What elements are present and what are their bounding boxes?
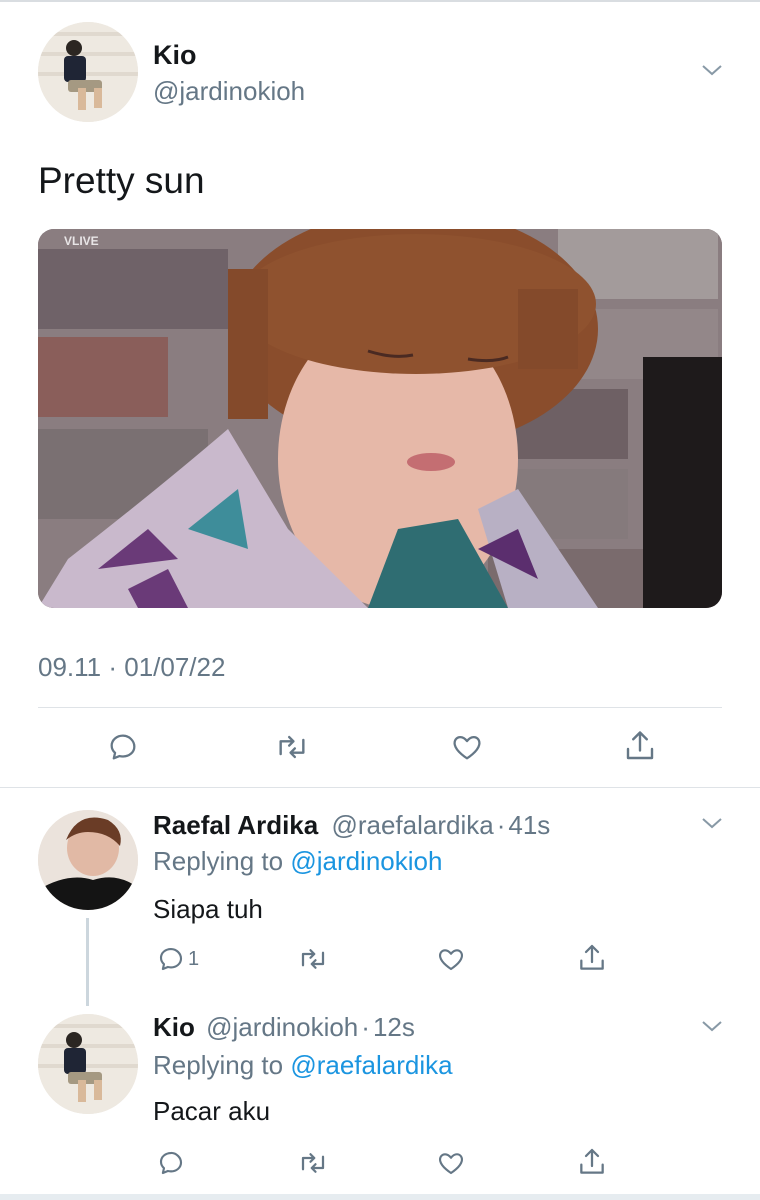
tweet-timestamp[interactable]: 09.11 · 01/07/22 <box>38 652 225 683</box>
reply-header: Kio @jardinokioh · 12s <box>153 1012 415 1043</box>
replying-to-link[interactable]: @raefalardika <box>290 1050 452 1080</box>
replying-to-label: Replying to <box>153 1050 284 1080</box>
author-name[interactable]: Raefal Ardika <box>153 810 318 840</box>
meta-separator: · <box>361 1012 370 1042</box>
avatar-photo <box>38 810 138 910</box>
tweet-text: Pretty sun <box>38 160 205 201</box>
tweet-divider <box>0 787 760 788</box>
reply-text: Siapa tuh <box>153 894 263 924</box>
avatar-photo <box>38 1014 138 1114</box>
media-photo: VLIVE <box>38 229 722 608</box>
tweet-media[interactable]: VLIVE <box>38 229 722 608</box>
reply-header: Raefal Ardika @raefalardika · 41s <box>153 810 550 841</box>
replying-to-link[interactable]: @jardinokioh <box>290 846 442 876</box>
author-handle[interactable]: @jardinokioh <box>153 76 305 107</box>
reply-icon[interactable]: 1 <box>156 944 199 974</box>
reply-icon[interactable] <box>156 1148 186 1178</box>
avatar-photo <box>38 22 138 122</box>
chevron-down-icon[interactable] <box>700 62 724 83</box>
avatar[interactable] <box>38 810 138 910</box>
retweet-icon[interactable] <box>296 1148 330 1178</box>
share-icon[interactable] <box>576 1146 608 1178</box>
avatar[interactable] <box>38 22 138 122</box>
avatar[interactable] <box>38 1014 138 1114</box>
chevron-down-icon[interactable] <box>700 1018 724 1039</box>
reply-time[interactable]: 12s <box>373 1012 415 1042</box>
media-watermark: VLIVE <box>64 234 99 248</box>
author-handle[interactable]: @raefalardika <box>331 810 493 840</box>
replying-to: Replying to @raefalardika <box>153 1050 453 1081</box>
thread-line <box>86 918 89 1006</box>
author-name[interactable]: Kio <box>153 1012 195 1042</box>
meta-separator: · <box>496 810 506 840</box>
replying-to-label: Replying to <box>153 846 284 876</box>
share-icon[interactable] <box>576 942 608 974</box>
like-icon[interactable] <box>435 944 467 974</box>
share-icon[interactable] <box>622 728 658 764</box>
top-border <box>0 0 760 2</box>
reply-icon[interactable] <box>106 730 140 764</box>
chevron-down-icon[interactable] <box>700 815 724 836</box>
like-icon[interactable] <box>449 730 485 764</box>
bottom-border <box>0 1194 760 1200</box>
retweet-icon[interactable] <box>273 730 311 764</box>
author-name[interactable]: Kio <box>153 40 197 71</box>
timestamp-divider <box>38 707 722 708</box>
reply-count: 1 <box>188 947 200 970</box>
like-icon[interactable] <box>435 1148 467 1178</box>
reply-time[interactable]: 41s <box>508 810 550 840</box>
reply-text: Pacar aku <box>153 1096 271 1126</box>
retweet-icon[interactable] <box>296 944 330 974</box>
replying-to: Replying to @jardinokioh <box>153 846 442 877</box>
author-handle[interactable]: @jardinokioh <box>206 1012 358 1042</box>
